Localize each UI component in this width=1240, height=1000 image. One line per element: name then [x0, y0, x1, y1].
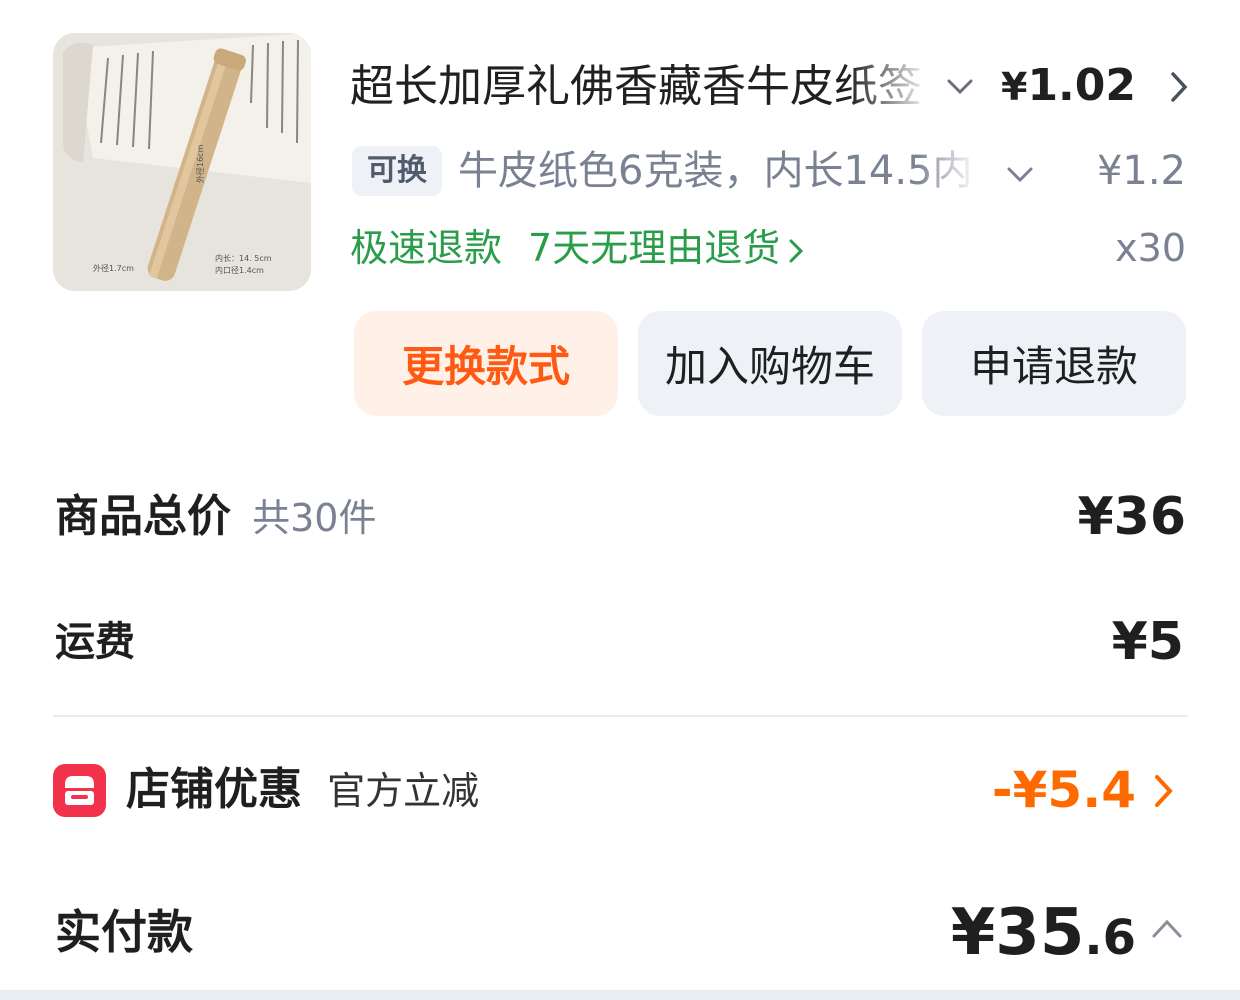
chevron-right-icon[interactable] [1152, 773, 1176, 809]
product-title: 超长加厚礼佛香藏香牛皮纸签 [350, 61, 922, 112]
unit-price: ¥1.02 [1001, 60, 1136, 111]
store-discount-label: 店铺优惠 [126, 764, 302, 815]
image-label-outer-dia: 外径1.7cm [93, 263, 134, 273]
product-spec: 牛皮纸色6克装，内长14.5内 [458, 148, 973, 194]
shipping-value: ¥5 [1111, 612, 1184, 672]
chevron-up-icon[interactable] [1150, 916, 1184, 940]
divider [53, 715, 1188, 717]
paid-yen: ¥ [950, 896, 996, 970]
amount-paid-label: 实付款 [55, 905, 193, 959]
chevron-right-icon[interactable] [1168, 70, 1190, 104]
request-refund-button[interactable]: 申请退款 [922, 311, 1186, 416]
refund-7day-label: 7天无理由退货 [528, 226, 781, 270]
refund-policy[interactable]: 极速退款 7天无理由退货 [350, 220, 804, 276]
price-value: 1.02 [1027, 60, 1136, 111]
product-image[interactable]: 内长：14. 5cm 内口径1.4cm 外径1.7cm 外径16cm [53, 33, 311, 291]
total-price-label: 商品总价 [55, 491, 231, 542]
store-icon [53, 764, 106, 817]
store-discount-value[interactable]: -¥5.4 [992, 760, 1136, 820]
image-label-height: 外径16cm [195, 144, 205, 183]
image-label-inner-len: 内长：14. 5cm [215, 253, 272, 263]
amount-paid-value: ¥35.6 [951, 893, 1136, 978]
paid-dec: .6 [1084, 910, 1136, 966]
refund-fast-label: 极速退款 [350, 226, 503, 270]
total-count: 共30件 [252, 496, 377, 540]
change-style-button[interactable]: 更换款式 [354, 311, 618, 416]
chevron-down-icon[interactable] [1006, 164, 1034, 186]
spec-price: ¥1.2 [1096, 148, 1186, 194]
product-spec-row[interactable]: 可换 牛皮纸色6克装，内长14.5内 ¥1.2 [350, 140, 1190, 202]
store-discount-sub: 官方立减 [327, 769, 480, 813]
shipping-label: 运费 [55, 619, 135, 665]
product-title-row[interactable]: 超长加厚礼佛香藏香牛皮纸签 ¥1.02 [350, 52, 1190, 122]
bottom-bar [0, 990, 1240, 1000]
chevron-right-icon [789, 239, 804, 262]
quantity: x30 [1115, 226, 1186, 270]
paid-int: 35 [995, 896, 1085, 970]
total-price-value: ¥36 [1077, 487, 1186, 547]
add-to-cart-button[interactable]: 加入购物车 [638, 311, 902, 416]
refund-policy-row[interactable]: 极速退款 7天无理由退货 x30 [350, 220, 1190, 276]
image-label-inner-dia: 内口径1.4cm [215, 265, 264, 275]
store-discount-label-group: 店铺优惠 官方立减 [126, 760, 479, 829]
chevron-down-icon[interactable] [946, 76, 974, 98]
price-yen: ¥ [1000, 65, 1028, 109]
swap-tag: 可换 [352, 146, 442, 196]
total-price-label-group: 商品总价 共30件 [55, 486, 376, 557]
